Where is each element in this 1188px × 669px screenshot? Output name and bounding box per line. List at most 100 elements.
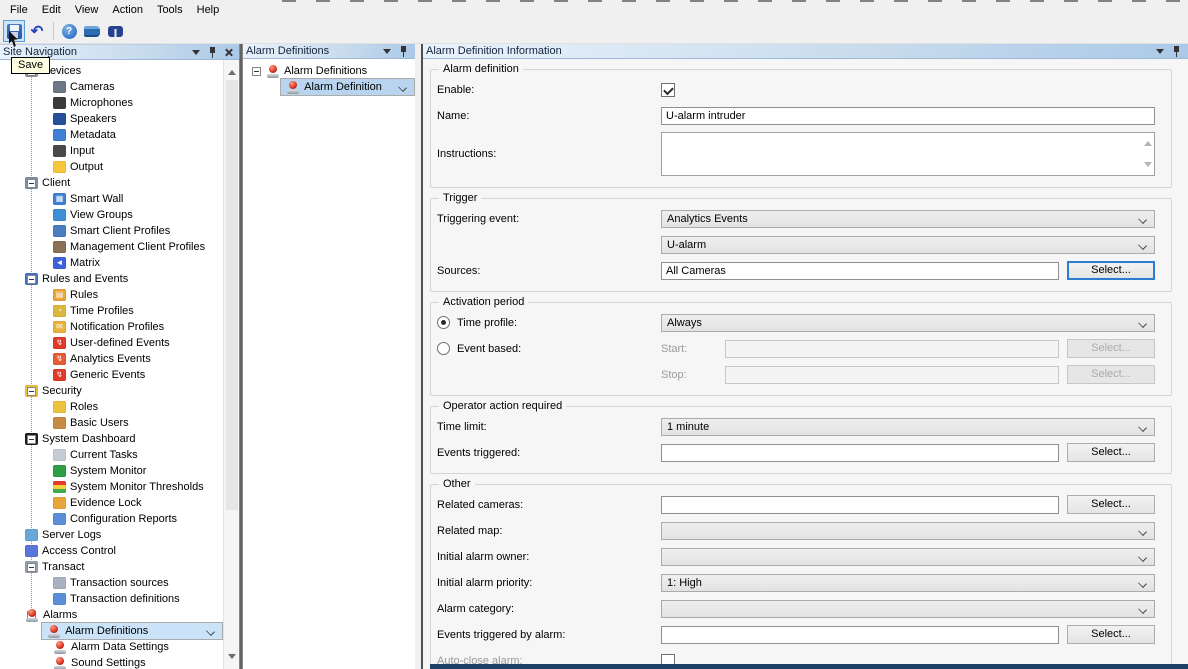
tree-row[interactable]: Roles bbox=[0, 399, 223, 415]
tree-row[interactable]: Output bbox=[0, 159, 223, 175]
site-navigation-scrollbar[interactable] bbox=[223, 60, 239, 669]
user-defined-events-icon: ↯ bbox=[53, 337, 66, 349]
tree-row[interactable]: Transact bbox=[0, 559, 223, 575]
smart-wall-icon: ▦ bbox=[53, 193, 66, 205]
tree-row[interactable]: Sound Settings bbox=[0, 655, 223, 669]
menu-item-file[interactable]: File bbox=[3, 2, 35, 18]
tree-row[interactable]: Rules and Events bbox=[0, 271, 223, 287]
chevron-down-icon[interactable] bbox=[192, 50, 200, 59]
tree-row[interactable]: Alarm Definitions bbox=[243, 63, 415, 79]
instructions-textarea[interactable] bbox=[661, 132, 1155, 176]
related-cameras-select-button[interactable]: Select... bbox=[1067, 495, 1155, 514]
scroll-up-icon[interactable] bbox=[1144, 137, 1152, 146]
tree-row[interactable]: Cameras bbox=[0, 79, 223, 95]
menu-item-action[interactable]: Action bbox=[105, 2, 150, 18]
tree-row[interactable]: Evidence Lock bbox=[0, 495, 223, 511]
name-label: Name: bbox=[437, 110, 661, 122]
documentation-button[interactable] bbox=[81, 20, 103, 42]
tree-row[interactable]: Alarm Definitions bbox=[0, 623, 223, 639]
tree-row[interactable]: System Monitor bbox=[0, 463, 223, 479]
chevron-down-icon[interactable] bbox=[383, 49, 391, 58]
name-input[interactable]: U-alarm intruder bbox=[661, 107, 1155, 125]
triggering-event-sub-dropdown[interactable]: U-alarm bbox=[661, 236, 1155, 254]
tree-row[interactable]: Alarm Definition bbox=[243, 79, 415, 95]
tree-row[interactable]: Alarms bbox=[0, 607, 223, 623]
initial-alarm-priority-dropdown[interactable]: 1: High bbox=[661, 574, 1155, 592]
expander-minus-icon[interactable] bbox=[27, 179, 36, 188]
sources-input[interactable]: All Cameras bbox=[661, 262, 1059, 280]
event-based-start-input bbox=[725, 340, 1059, 358]
tree-row[interactable]: Transaction sources bbox=[0, 575, 223, 591]
enable-checkbox[interactable] bbox=[661, 83, 675, 97]
tree-row[interactable]: Transaction definitions bbox=[0, 591, 223, 607]
tree-row[interactable]: View Groups bbox=[0, 207, 223, 223]
close-icon[interactable] bbox=[224, 48, 233, 57]
tree-row[interactable]: ↯Analytics Events bbox=[0, 351, 223, 367]
tree-row[interactable]: System Dashboard bbox=[0, 431, 223, 447]
sources-select-button[interactable]: Select... bbox=[1067, 261, 1155, 280]
scrollbar-thumb[interactable] bbox=[226, 80, 238, 510]
scroll-up-icon[interactable] bbox=[228, 66, 236, 75]
tree-row[interactable]: ↯Generic Events bbox=[0, 367, 223, 383]
scroll-down-icon[interactable] bbox=[228, 654, 236, 663]
tree-row[interactable]: Current Tasks bbox=[0, 447, 223, 463]
tree-row[interactable]: Smart Client Profiles bbox=[0, 223, 223, 239]
search-button[interactable] bbox=[104, 20, 126, 42]
pin-icon[interactable] bbox=[209, 47, 217, 58]
tree-row[interactable]: Alarm Data Settings bbox=[0, 639, 223, 655]
events-triggered-select-button[interactable]: Select... bbox=[1067, 443, 1155, 462]
menu-item-help[interactable]: Help bbox=[190, 2, 227, 18]
generic-events-icon: ↯ bbox=[53, 369, 66, 381]
event-based-start-select-button: Select... bbox=[1067, 339, 1155, 358]
tree-row[interactable]: Client bbox=[0, 175, 223, 191]
menu-item-edit[interactable]: Edit bbox=[35, 2, 68, 18]
scroll-down-icon[interactable] bbox=[1144, 162, 1152, 171]
tree-row[interactable]: Access Control bbox=[0, 543, 223, 559]
triggering-event-dropdown[interactable]: Analytics Events bbox=[661, 210, 1155, 228]
events-triggered-by-alarm-input[interactable] bbox=[661, 626, 1059, 644]
events-triggered-by-alarm-select-button[interactable]: Select... bbox=[1067, 625, 1155, 644]
tree-row[interactable]: ↯User-defined Events bbox=[0, 335, 223, 351]
tree-row[interactable]: Speakers bbox=[0, 111, 223, 127]
tree-row[interactable]: Basic Users bbox=[0, 415, 223, 431]
tree-row[interactable]: Input bbox=[0, 143, 223, 159]
related-cameras-input[interactable] bbox=[661, 496, 1059, 514]
event-based-start-radio[interactable] bbox=[437, 342, 450, 355]
time-profile-dropdown[interactable]: Always bbox=[661, 314, 1155, 332]
menu-item-view[interactable]: View bbox=[68, 2, 106, 18]
pin-icon[interactable] bbox=[1173, 46, 1181, 57]
events-triggered-input[interactable] bbox=[661, 444, 1059, 462]
alarm-category-dropdown[interactable] bbox=[661, 600, 1155, 618]
expander-minus-icon[interactable] bbox=[27, 387, 36, 396]
pin-icon[interactable] bbox=[400, 46, 408, 57]
tree-row[interactable]: Metadata bbox=[0, 127, 223, 143]
time-limit-dropdown[interactable]: 1 minute bbox=[661, 418, 1155, 436]
tree-row[interactable]: Server Logs bbox=[0, 527, 223, 543]
tree-row[interactable]: Microphones bbox=[0, 95, 223, 111]
tree-row[interactable]: ▦Smart Wall bbox=[0, 191, 223, 207]
chevron-down-icon[interactable] bbox=[1156, 49, 1164, 58]
help-button[interactable]: ? bbox=[58, 20, 80, 42]
expander-minus-icon[interactable] bbox=[252, 67, 261, 76]
menu-bar: FileEditViewActionToolsHelp bbox=[0, 0, 1188, 19]
tree-item-label: Alarm Data Settings bbox=[71, 641, 169, 653]
tree-row[interactable]: ✉Notification Profiles bbox=[0, 319, 223, 335]
related-map-dropdown[interactable] bbox=[661, 522, 1155, 540]
tree-item-label: Metadata bbox=[70, 129, 116, 141]
tree-row[interactable]: ◔Time Profiles bbox=[0, 303, 223, 319]
tree-row[interactable]: Configuration Reports bbox=[0, 511, 223, 527]
tree-row[interactable]: ▤Rules bbox=[0, 287, 223, 303]
expander-minus-icon[interactable] bbox=[27, 563, 36, 572]
server-logs-icon bbox=[25, 529, 38, 541]
menu-item-tools[interactable]: Tools bbox=[150, 2, 190, 18]
undo-button[interactable]: ↶ bbox=[26, 20, 48, 42]
tree-row[interactable]: System Monitor Thresholds bbox=[0, 479, 223, 495]
tree-row[interactable]: Management Client Profiles bbox=[0, 239, 223, 255]
expander-minus-icon[interactable] bbox=[27, 275, 36, 284]
tree-row[interactable]: Security bbox=[0, 383, 223, 399]
time-profile-radio[interactable] bbox=[437, 316, 450, 329]
tree-row[interactable]: ◄Matrix bbox=[0, 255, 223, 271]
form-row-enable: Enable: bbox=[437, 80, 1156, 99]
expander-minus-icon[interactable] bbox=[27, 435, 36, 444]
initial-alarm-owner-dropdown[interactable] bbox=[661, 548, 1155, 566]
